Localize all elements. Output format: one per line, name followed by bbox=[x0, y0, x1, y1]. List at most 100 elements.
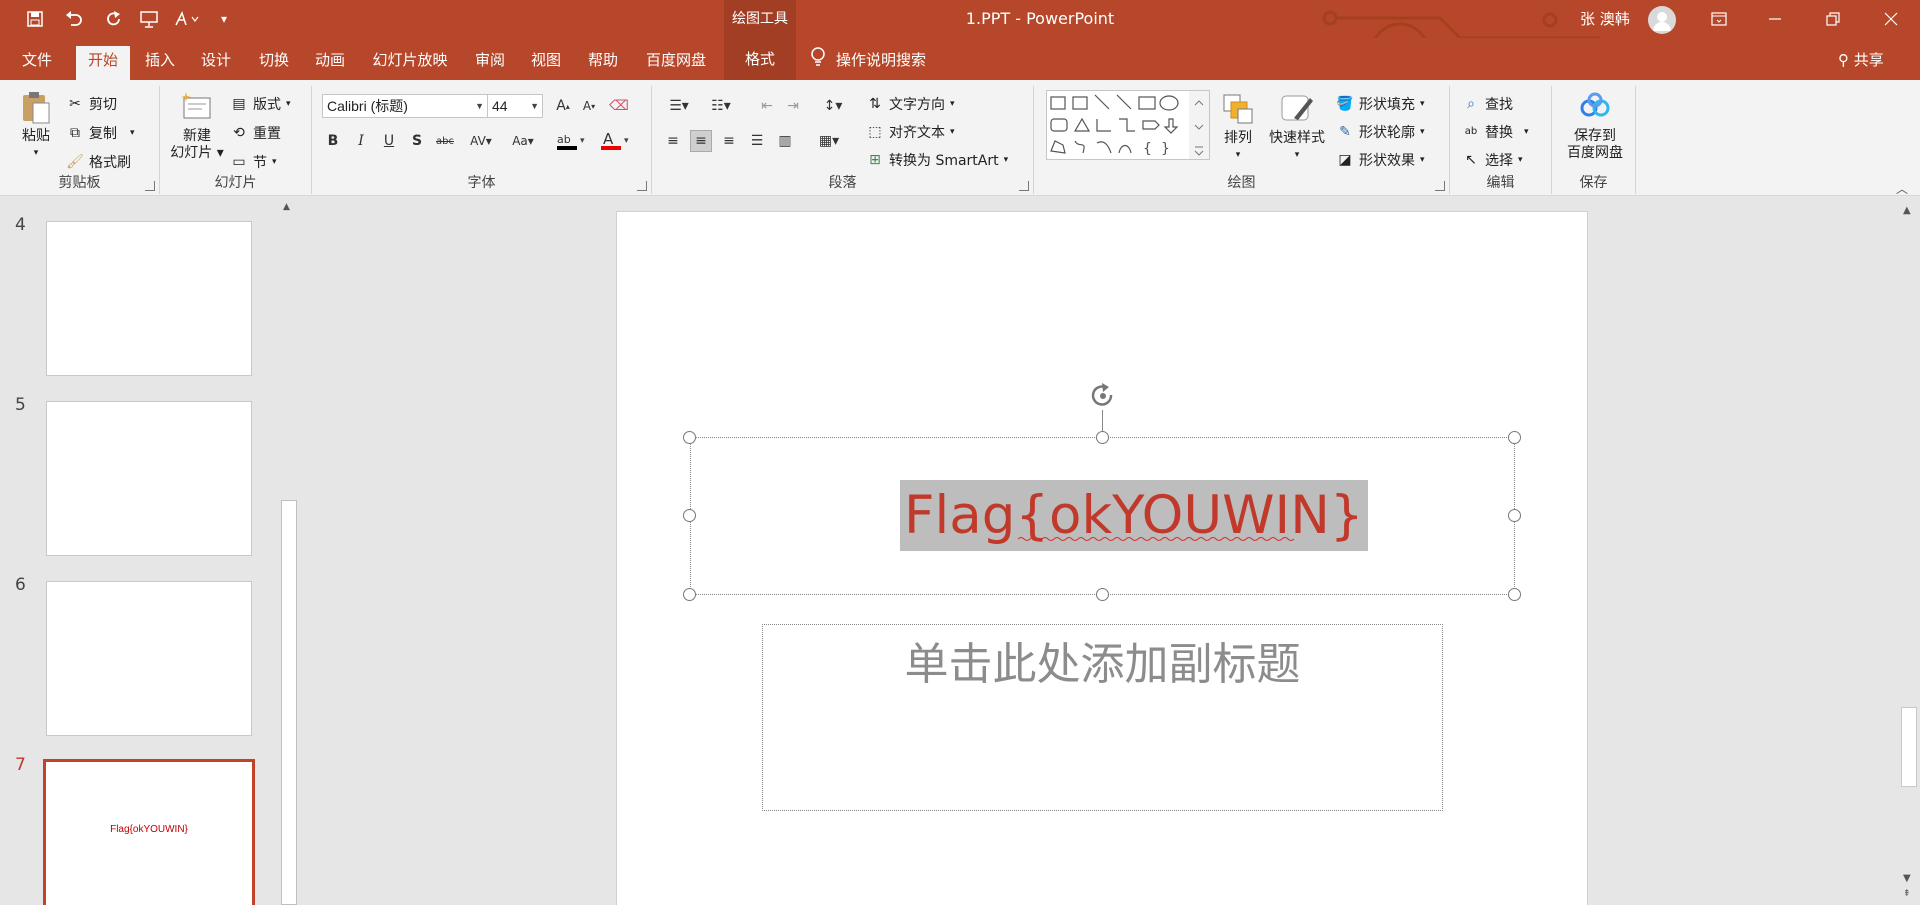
font-launcher-icon[interactable] bbox=[637, 181, 647, 191]
ribbon-display-options-icon[interactable] bbox=[1696, 0, 1742, 38]
clipboard-launcher-icon[interactable] bbox=[145, 181, 155, 191]
increase-font-size-icon[interactable]: A ▴ bbox=[552, 95, 574, 117]
thumbnail-scroll-thumb[interactable] bbox=[281, 500, 297, 905]
format-painter-button[interactable]: 🖌 格式刷 bbox=[66, 152, 131, 172]
decrease-indent-icon[interactable]: ⇤ bbox=[756, 95, 778, 117]
tab-file[interactable]: 文件 bbox=[8, 46, 66, 80]
tab-slideshow[interactable]: 幻灯片放映 bbox=[362, 46, 458, 80]
copy-button[interactable]: ⧉ 复制 ▾ bbox=[66, 123, 135, 143]
font-color-icon[interactable]: A ▾ bbox=[598, 130, 634, 152]
italic-icon[interactable]: I bbox=[350, 130, 372, 152]
select-button[interactable]: ↖ 选择 ▾ bbox=[1462, 150, 1522, 170]
paste-dropdown-icon[interactable]: ▾ bbox=[34, 145, 39, 162]
align-left-icon[interactable]: ≡ bbox=[662, 130, 684, 152]
arrange-button[interactable]: 排列 ▾ bbox=[1216, 92, 1260, 164]
scroll-up-icon[interactable]: ▲ bbox=[1903, 205, 1911, 216]
slide-thumbnail[interactable] bbox=[46, 581, 252, 736]
justify-icon[interactable]: ☰ bbox=[746, 130, 768, 152]
scroll-up-icon[interactable]: ▲ bbox=[283, 202, 290, 212]
rotate-handle-icon[interactable] bbox=[1088, 381, 1118, 411]
user-name[interactable]: 张 澳韩 bbox=[1580, 0, 1630, 38]
tab-design[interactable]: 设计 bbox=[192, 46, 240, 80]
convert-smartart-button[interactable]: ⊞ 转换为 SmartArt ▾ bbox=[866, 150, 1008, 170]
bullets-icon[interactable]: ☰▾ bbox=[662, 95, 696, 117]
resize-handle-bottom[interactable] bbox=[1096, 588, 1109, 601]
slide-thumbnail[interactable] bbox=[46, 221, 252, 376]
line-spacing-icon[interactable]: ↕▾ bbox=[816, 95, 850, 117]
format-icon[interactable] bbox=[170, 6, 204, 32]
tab-view[interactable]: 视图 bbox=[522, 46, 570, 80]
align-center-icon[interactable]: ≡ bbox=[690, 130, 712, 152]
thumbnail-scrollbar[interactable]: ▲ bbox=[280, 200, 298, 905]
tab-transitions[interactable]: 切换 bbox=[250, 46, 298, 80]
share-button[interactable]: ⚲ 共享 bbox=[1838, 46, 1884, 74]
change-case-icon[interactable]: Aa▾ bbox=[506, 130, 540, 152]
shape-outline-button[interactable]: ✎ 形状轮廓 ▾ bbox=[1336, 122, 1424, 142]
columns-icon[interactable]: ▦▾ bbox=[812, 130, 846, 152]
customize-icon[interactable]: ▾ bbox=[214, 6, 234, 32]
resize-handle-bottom-left[interactable] bbox=[683, 588, 696, 601]
save-to-baidu-button[interactable]: 保存到 百度网盘 bbox=[1560, 90, 1630, 162]
resize-handle-left[interactable] bbox=[683, 509, 696, 522]
highlight-color-icon[interactable]: ab ▾ bbox=[554, 130, 590, 152]
font-name-select[interactable]: Calibri (标题) ▼ bbox=[322, 94, 488, 118]
shape-effects-button[interactable]: ◪ 形状效果 ▾ bbox=[1336, 150, 1424, 170]
underline-icon[interactable]: U bbox=[378, 130, 400, 152]
tell-me-search[interactable]: 操作说明搜索 bbox=[810, 46, 926, 74]
shape-fill-button[interactable]: 🪣 形状填充 ▾ bbox=[1336, 94, 1424, 114]
character-spacing-icon[interactable]: AV▾ bbox=[464, 130, 498, 152]
reset-button[interactable]: ⟲ 重置 bbox=[230, 123, 281, 143]
shapes-gallery[interactable]: {} bbox=[1046, 90, 1210, 160]
tab-help[interactable]: 帮助 bbox=[578, 46, 628, 80]
replace-button[interactable]: ab 替换 ▾ bbox=[1462, 122, 1529, 142]
slide-thumbnail[interactable] bbox=[46, 401, 252, 556]
paste-button[interactable]: 粘贴 ▾ bbox=[12, 90, 60, 162]
save-icon[interactable] bbox=[22, 6, 48, 32]
resize-handle-bottom-right[interactable] bbox=[1508, 588, 1521, 601]
numbering-icon[interactable]: ☷▾ bbox=[704, 95, 738, 117]
section-button[interactable]: ▭ 节 ▾ bbox=[230, 152, 276, 172]
presentation-icon[interactable] bbox=[136, 6, 162, 32]
resize-handle-top-left[interactable] bbox=[683, 431, 696, 444]
tab-review[interactable]: 审阅 bbox=[466, 46, 514, 80]
increase-indent-icon[interactable]: ⇥ bbox=[782, 95, 804, 117]
decrease-font-size-icon[interactable]: A ▾ bbox=[578, 95, 600, 117]
scroll-down-icon[interactable]: ▼ bbox=[1903, 873, 1911, 884]
distributed-icon[interactable]: ▥ bbox=[774, 130, 796, 152]
tab-animations[interactable]: 动画 bbox=[306, 46, 354, 80]
resize-handle-top[interactable] bbox=[1096, 431, 1109, 444]
align-text-button[interactable]: ⬚ 对齐文本 ▾ bbox=[866, 122, 954, 142]
strikethrough-icon[interactable]: abc bbox=[434, 130, 456, 152]
resize-handle-top-right[interactable] bbox=[1508, 431, 1521, 444]
slide-scrollbar[interactable]: ▲ ▼ ⇞ bbox=[1898, 197, 1920, 905]
paragraph-launcher-icon[interactable] bbox=[1019, 181, 1029, 191]
new-slide-button[interactable]: 新建 幻灯片 ▾ bbox=[166, 90, 228, 162]
clear-formatting-icon[interactable]: ⌫ bbox=[608, 95, 630, 117]
tab-baidu-netdisk[interactable]: 百度网盘 bbox=[636, 46, 716, 80]
slide-scroll-thumb[interactable] bbox=[1901, 707, 1917, 787]
redo-icon[interactable] bbox=[102, 6, 126, 32]
find-button[interactable]: ⌕ 查找 bbox=[1462, 94, 1513, 114]
drawing-launcher-icon[interactable] bbox=[1435, 181, 1445, 191]
text-direction-button[interactable]: ⇅ 文字方向 ▾ bbox=[866, 94, 954, 114]
subtitle-placeholder-text[interactable]: 单击此处添加副标题 bbox=[762, 628, 1443, 692]
shadow-icon[interactable]: S bbox=[406, 130, 428, 152]
collapse-ribbon-icon[interactable]: ︿ bbox=[1896, 180, 1908, 197]
avatar[interactable] bbox=[1648, 6, 1676, 34]
tab-format[interactable]: 格式 bbox=[724, 38, 796, 80]
cut-button[interactable]: ✂ 剪切 bbox=[66, 94, 117, 114]
resize-handle-right[interactable] bbox=[1508, 509, 1521, 522]
undo-icon[interactable] bbox=[58, 6, 90, 32]
font-size-select[interactable]: 44 ▼ bbox=[487, 94, 543, 118]
restore-icon[interactable] bbox=[1810, 0, 1856, 38]
close-icon[interactable] bbox=[1868, 0, 1914, 38]
slide-thumbnail-selected[interactable]: Flag{okYOUWIN} bbox=[43, 759, 255, 905]
layout-button[interactable]: ▤ 版式 ▾ bbox=[230, 94, 290, 114]
tab-insert[interactable]: 插入 bbox=[136, 46, 184, 80]
previous-slide-icon[interactable]: ⇞ bbox=[1903, 889, 1911, 899]
minimize-icon[interactable] bbox=[1752, 0, 1798, 38]
copy-dropdown-icon[interactable]: ▾ bbox=[130, 128, 135, 138]
quick-styles-button[interactable]: 快速样式 ▾ bbox=[1264, 92, 1330, 164]
bold-icon[interactable]: B bbox=[322, 130, 344, 152]
tab-home[interactable]: 开始 bbox=[76, 46, 130, 80]
